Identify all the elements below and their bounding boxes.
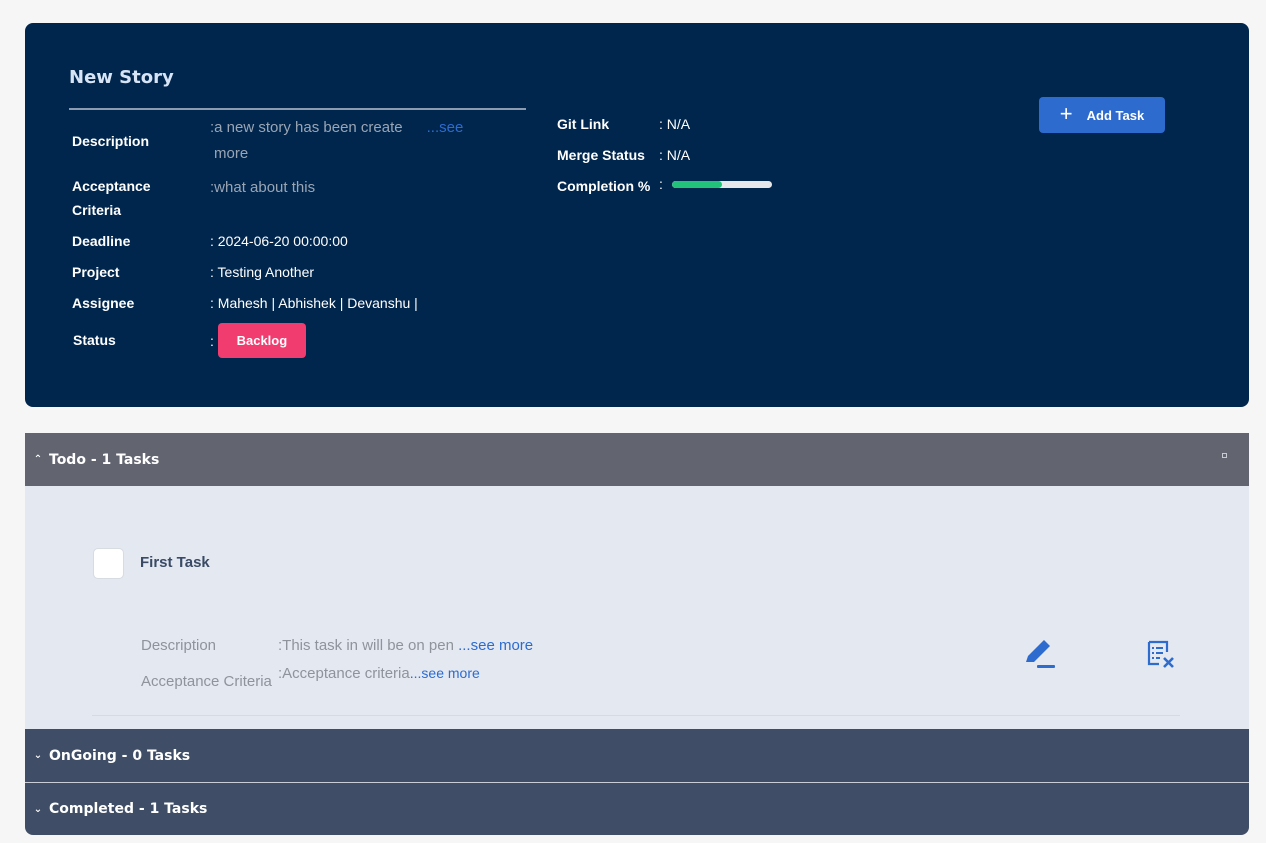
merge-status-label: Merge Status bbox=[557, 147, 645, 163]
acceptance-label: Acceptance bbox=[72, 178, 151, 194]
ongoing-section-header[interactable]: ⌄ OnGoing - 0 Tasks bbox=[25, 729, 1249, 782]
description-value: :a new story has been create ...see bbox=[210, 119, 464, 136]
add-task-label: Add Task bbox=[1086, 107, 1145, 123]
completion-row: : bbox=[659, 176, 772, 192]
add-task-button[interactable]: + Add Task bbox=[1039, 97, 1165, 133]
chevron-down-icon: ⌄ bbox=[33, 750, 43, 761]
deadline-value: : 2024-06-20 00:00:00 bbox=[210, 233, 348, 249]
task-acceptance-label: Acceptance Criteria bbox=[141, 673, 272, 690]
status-label: Status bbox=[73, 332, 116, 348]
ongoing-section-title: OnGoing - 0 Tasks bbox=[49, 747, 191, 764]
project-label: Project bbox=[72, 264, 120, 280]
task-description-see-more-link[interactable]: ...see more bbox=[458, 637, 533, 654]
plus-icon: + bbox=[1059, 101, 1073, 126]
pen-icon[interactable] bbox=[1023, 637, 1057, 676]
story-title: New Story bbox=[69, 67, 174, 88]
task-checkbox[interactable] bbox=[93, 548, 124, 579]
todo-section-body: First Task Description :This task in wil… bbox=[25, 486, 1249, 729]
completion-progress-fill bbox=[671, 180, 722, 188]
acceptance-value: :what about this bbox=[210, 179, 316, 196]
completion-progress-bar bbox=[671, 180, 772, 188]
completion-colon: : bbox=[659, 176, 663, 192]
list-delete-icon[interactable] bbox=[1145, 638, 1179, 677]
merge-status-value: : N/A bbox=[659, 147, 691, 163]
todo-section-title: Todo - 1 Tasks bbox=[49, 451, 160, 468]
task-description-text: :This task in will be on pen bbox=[278, 637, 459, 654]
project-value: : Testing Another bbox=[210, 264, 315, 280]
task-acceptance-value: :Acceptance criteria...see more bbox=[278, 665, 480, 682]
chevron-down-icon: ⌄ bbox=[33, 803, 43, 815]
acceptance-label-2: Criteria bbox=[72, 202, 122, 218]
square-icon bbox=[1222, 453, 1227, 458]
story-card: New Story Description : a new story has b… bbox=[25, 23, 1249, 407]
description-label: Description bbox=[72, 133, 150, 149]
task-description-label: Description bbox=[141, 637, 217, 654]
acceptance-text: what about this bbox=[214, 179, 316, 196]
task-sections: ⌃ Todo - 1 Tasks First Task Description … bbox=[25, 433, 1249, 835]
git-link-value: : N/A bbox=[659, 116, 691, 132]
completed-section-header[interactable]: ⌄ Completed - 1 Tasks bbox=[25, 782, 1249, 835]
status-colon: : bbox=[210, 332, 214, 349]
todo-section-header[interactable]: ⌃ Todo - 1 Tasks bbox=[25, 433, 1249, 486]
assignee-label: Assignee bbox=[72, 295, 135, 311]
deadline-label: Deadline bbox=[72, 233, 131, 249]
task-acceptance-text: :Acceptance criteria bbox=[278, 665, 410, 682]
status-row: : Backlog bbox=[210, 323, 306, 358]
chevron-up-icon: ⌃ bbox=[33, 454, 43, 465]
task-description-value: :This task in will be on pen ...see more bbox=[278, 637, 533, 654]
task-acceptance-see-more-link[interactable]: ...see more bbox=[410, 665, 480, 681]
task-divider bbox=[92, 715, 1180, 716]
description-text: a new story has been create bbox=[214, 119, 403, 136]
assignee-value: : Mahesh | Abhishek | Devanshu | bbox=[210, 295, 418, 311]
git-link-label: Git Link bbox=[557, 116, 610, 132]
completed-section-title: Completed - 1 Tasks bbox=[49, 801, 208, 817]
task-title: First Task bbox=[140, 554, 210, 571]
status-badge[interactable]: Backlog bbox=[217, 323, 306, 358]
description-see-more-link-2[interactable]: more bbox=[214, 144, 248, 164]
description-see-more-link[interactable]: ...see bbox=[427, 119, 464, 136]
title-divider bbox=[69, 108, 526, 110]
completion-label: Completion % bbox=[557, 178, 651, 194]
